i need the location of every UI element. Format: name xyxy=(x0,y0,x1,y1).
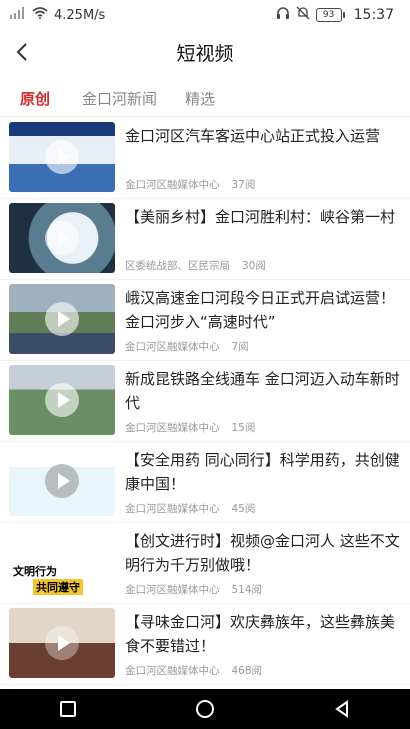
play-icon[interactable] xyxy=(45,302,79,336)
video-source: 金口河区融媒体中心 xyxy=(125,584,220,596)
video-thumbnail[interactable] xyxy=(9,365,115,435)
video-title[interactable]: 峨汉高速金口河段今日正式开启试运营！金口河步入“高速时代” xyxy=(125,286,402,334)
back-button[interactable] xyxy=(6,36,38,68)
back-nav-button[interactable] xyxy=(322,689,362,729)
view-count: 468阅 xyxy=(231,665,263,677)
app-header: 短视频 xyxy=(0,30,410,74)
video-title[interactable]: 【美丽乡村】金口河胜利村：峡谷第一村 xyxy=(125,205,402,229)
video-thumbnail[interactable] xyxy=(9,122,115,192)
thumbnail-caption: 文明行为 xyxy=(13,566,57,578)
system-nav-bar xyxy=(0,689,410,729)
video-meta: 金口河区融媒体中心 7阅 xyxy=(125,339,402,354)
play-icon[interactable] xyxy=(45,464,79,498)
video-title[interactable]: 【创文进行时】视频@金口河人 这些不文明行为千万别做哦！ xyxy=(125,529,402,577)
video-list[interactable]: 金口河区汽车客运中心站正式投入运营 金口河区融媒体中心 37阅 【美丽乡村】金口河… xyxy=(0,118,410,689)
network-speed: 4.25M/s xyxy=(54,7,106,23)
mute-bell-icon xyxy=(296,6,310,24)
play-icon[interactable] xyxy=(45,626,79,660)
video-meta: 金口河区融媒体中心 514阅 xyxy=(125,582,402,597)
battery-icon: 93 xyxy=(315,8,345,22)
view-count: 514阅 xyxy=(231,584,263,596)
play-icon[interactable] xyxy=(45,383,79,417)
video-title[interactable]: 新成昆铁路全线通车 金口河迈入动车新时代 xyxy=(125,367,402,415)
video-source: 区委统战部、区民宗局 xyxy=(125,260,230,272)
video-meta: 金口河区融媒体中心 468阅 xyxy=(125,663,402,678)
play-icon[interactable] xyxy=(45,221,79,255)
video-thumbnail[interactable] xyxy=(9,446,115,516)
clock: 15:37 xyxy=(353,7,394,23)
view-count: 37阅 xyxy=(231,179,256,191)
list-item[interactable]: 【安全用药 同心同行】科学用药，共创健康中国！ 金口河区融媒体中心 45阅 xyxy=(0,442,410,523)
list-item[interactable]: 【美丽乡村】金口河胜利村：峡谷第一村 区委统战部、区民宗局 30阅 xyxy=(0,199,410,280)
tab-bar: 原创 金口河新闻 精选 xyxy=(0,82,410,114)
recent-apps-button[interactable] xyxy=(48,689,88,729)
video-thumbnail[interactable] xyxy=(9,284,115,354)
wifi-icon xyxy=(32,7,48,23)
headset-icon xyxy=(276,6,290,24)
tab-jinkouhe-news[interactable]: 金口河新闻 xyxy=(68,82,171,114)
page-title: 短视频 xyxy=(176,42,234,65)
list-item[interactable]: 【寻味金口河】欢庆彝族年，这些彝族美食不要错过！ 金口河区融媒体中心 468阅 xyxy=(0,604,410,685)
video-meta: 区委统战部、区民宗局 30阅 xyxy=(125,258,402,273)
video-meta: 金口河区融媒体中心 45阅 xyxy=(125,501,402,516)
square-icon xyxy=(60,701,77,717)
video-source: 金口河区融媒体中心 xyxy=(125,422,220,434)
play-icon[interactable] xyxy=(45,140,79,174)
video-title[interactable]: 【安全用药 同心同行】科学用药，共创健康中国！ xyxy=(125,448,402,496)
video-title[interactable]: 【寻味金口河】欢庆彝族年，这些彝族美食不要错过！ xyxy=(125,610,402,658)
tab-divider xyxy=(0,116,410,117)
video-source: 金口河区融媒体中心 xyxy=(125,341,220,353)
list-item[interactable]: 新成昆铁路全线通车 金口河迈入动车新时代 金口河区融媒体中心 15阅 xyxy=(0,361,410,442)
list-item[interactable]: 金口河区汽车客运中心站正式投入运营 金口河区融媒体中心 37阅 xyxy=(0,118,410,199)
video-source: 金口河区融媒体中心 xyxy=(125,179,220,191)
video-meta: 金口河区融媒体中心 37阅 xyxy=(125,177,402,192)
thumbnail-caption: 共同遵守 xyxy=(33,579,83,595)
list-item[interactable]: 峨汉高速金口河段今日正式开启试运营！金口河步入“高速时代” 金口河区融媒体中心 7… xyxy=(0,280,410,361)
chevron-left-icon xyxy=(16,43,27,61)
video-thumbnail[interactable]: 文明行为 共同遵守 xyxy=(9,527,115,597)
signal-icon xyxy=(10,7,26,23)
video-title[interactable]: 金口河区汽车客运中心站正式投入运营 xyxy=(125,124,402,148)
view-count: 30阅 xyxy=(242,260,266,272)
video-thumbnail[interactable] xyxy=(9,203,115,273)
status-bar: 4.25M/s 93 15:37 xyxy=(0,0,410,30)
video-source: 金口河区融媒体中心 xyxy=(125,503,220,515)
tab-featured[interactable]: 精选 xyxy=(171,82,229,114)
home-button[interactable] xyxy=(185,689,225,729)
view-count: 45阅 xyxy=(231,503,256,515)
video-thumbnail[interactable] xyxy=(9,608,115,678)
view-count: 15阅 xyxy=(231,422,256,434)
list-item[interactable]: 文明行为 共同遵守 【创文进行时】视频@金口河人 这些不文明行为千万别做哦！ 金… xyxy=(0,523,410,604)
tab-original[interactable]: 原创 xyxy=(0,82,68,114)
video-meta: 金口河区融媒体中心 15阅 xyxy=(125,420,402,435)
triangle-back-icon xyxy=(334,700,348,718)
video-source: 金口河区融媒体中心 xyxy=(125,665,220,677)
circle-icon xyxy=(195,700,214,718)
view-count: 7阅 xyxy=(231,341,249,353)
